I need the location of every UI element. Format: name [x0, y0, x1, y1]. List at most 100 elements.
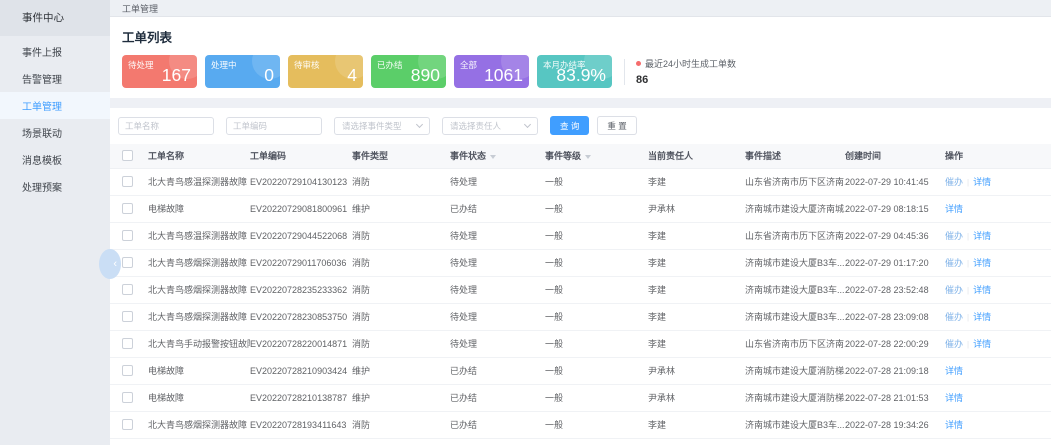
cell-event-status: 已办结: [450, 411, 545, 438]
cell-event-level: 一般: [545, 195, 648, 222]
cell-event-type: 维护: [352, 357, 450, 384]
detail-action-link[interactable]: 详情: [945, 366, 963, 376]
detail-action-link[interactable]: 详情: [973, 231, 991, 241]
sidebar-item[interactable]: 工单管理: [0, 92, 110, 119]
detail-action-link[interactable]: 详情: [945, 420, 963, 430]
cell-actions: 催办|详情: [945, 222, 1051, 249]
cell-owner: 李建: [648, 222, 745, 249]
stat-card: 本月办结率 83.9%: [537, 55, 612, 88]
cell-description: 济南城市建设大厦消防梯...: [745, 384, 845, 411]
cell-event-level: 一般: [545, 411, 648, 438]
cell-owner: 李建: [648, 168, 745, 195]
detail-action-link[interactable]: 详情: [973, 339, 991, 349]
cell-actions: 催办|详情: [945, 276, 1051, 303]
cell-order-name: 电梯故障: [148, 357, 250, 384]
detail-action-link[interactable]: 详情: [945, 204, 963, 214]
column-header[interactable]: 工单编码: [250, 144, 352, 168]
cell-event-type: 消防: [352, 222, 450, 249]
row-checkbox[interactable]: [122, 419, 133, 430]
row-checkbox[interactable]: [122, 176, 133, 187]
urge-action-link[interactable]: 催办: [945, 312, 963, 322]
row-checkbox[interactable]: [122, 257, 133, 268]
stat-24h-value: 86: [636, 74, 736, 86]
column-header[interactable]: 工单名称: [148, 144, 250, 168]
sidebar-item-label: 处理预案: [22, 179, 62, 194]
detail-action-link[interactable]: 详情: [973, 312, 991, 322]
reset-button[interactable]: 重 置: [597, 116, 636, 135]
cell-order-code: EV20220729011706036: [250, 249, 352, 276]
cell-event-status: 待处理: [450, 249, 545, 276]
column-header[interactable]: 创建时间: [845, 144, 945, 168]
urge-action-link[interactable]: 催办: [945, 285, 963, 295]
stat-card-value: 0: [264, 65, 274, 86]
table-panel: 请选择事件类型 请选择责任人 查 询 重 置: [110, 108, 1051, 445]
cell-event-type: 消防: [352, 411, 450, 438]
sidebar-item[interactable]: 场景联动: [0, 119, 110, 146]
cell-event-status: 已办结: [450, 357, 545, 384]
cell-order-code: EV20220728235233362: [250, 276, 352, 303]
sidebar-item-label: 工单管理: [22, 98, 62, 113]
order-name-input[interactable]: [118, 117, 214, 135]
cell-order-code: EV20220728230853750: [250, 303, 352, 330]
column-header[interactable]: 操作: [945, 144, 1051, 168]
row-checkbox[interactable]: [122, 338, 133, 349]
column-header-label: 事件类型: [352, 151, 388, 161]
column-header[interactable]: 事件类型: [352, 144, 450, 168]
filter-icon[interactable]: [490, 155, 496, 159]
detail-action-link[interactable]: 详情: [945, 393, 963, 403]
urge-action-link[interactable]: 催办: [945, 177, 963, 187]
cell-order-code: EV20220728210903424: [250, 357, 352, 384]
urge-action-link[interactable]: 催办: [945, 258, 963, 268]
cell-actions: 催办 | 详情: [945, 168, 1051, 195]
cell-event-status: 待处理: [450, 303, 545, 330]
breadcrumb[interactable]: 工单管理: [122, 2, 158, 15]
cell-actions: 催办|详情: [945, 330, 1051, 357]
search-button[interactable]: 查 询: [550, 116, 589, 135]
action-separator: |: [967, 178, 969, 187]
row-checkbox[interactable]: [122, 311, 133, 322]
filter-icon[interactable]: [585, 155, 591, 159]
column-header[interactable]: 事件描述: [745, 144, 845, 168]
row-checkbox[interactable]: [122, 230, 133, 241]
detail-action-link[interactable]: 详情: [973, 177, 991, 187]
sidebar-item[interactable]: 消息模板: [0, 146, 110, 173]
detail-action-link[interactable]: 详情: [973, 258, 991, 268]
order-code-input[interactable]: [226, 117, 322, 135]
row-checkbox[interactable]: [122, 203, 133, 214]
cell-event-level: 一般: [545, 249, 648, 276]
cell-order-code: EV20220729104130123: [250, 168, 352, 195]
urge-action-link[interactable]: 催办: [945, 339, 963, 349]
column-header[interactable]: 当前责任人: [648, 144, 745, 168]
row-checkbox[interactable]: [122, 365, 133, 376]
cell-checkbox: [110, 276, 148, 303]
cell-actions: 详情: [945, 411, 1051, 438]
table-row: 北大青鸟感烟探测器故障 EV20220728193411643 消防 已办结 一…: [110, 411, 1051, 438]
column-header[interactable]: 事件等级: [545, 144, 648, 168]
cell-description: 山东省济南市历下区济南...: [745, 168, 845, 195]
cell-description: 济南城市建设大厦B3车...: [745, 276, 845, 303]
detail-action-link[interactable]: 详情: [973, 285, 991, 295]
cell-event-type: 维护: [352, 195, 450, 222]
event-type-select[interactable]: 请选择事件类型: [334, 117, 430, 135]
owner-select[interactable]: 请选择责任人: [442, 117, 538, 135]
cell-checkbox: [110, 357, 148, 384]
urge-action-link[interactable]: 催办: [945, 231, 963, 241]
column-header-label: 当前责任人: [648, 151, 693, 161]
cell-created-time: 2022-07-29 01:17:20: [845, 249, 945, 276]
cell-checkbox: [110, 222, 148, 249]
row-checkbox[interactable]: [122, 392, 133, 403]
column-header[interactable]: 事件状态: [450, 144, 545, 168]
cell-description: 济南城市建设大厦济南城...: [745, 195, 845, 222]
sidebar-item[interactable]: 处理预案: [0, 173, 110, 200]
sidebar-item[interactable]: 告警管理: [0, 65, 110, 92]
row-checkbox[interactable]: [122, 284, 133, 295]
cell-actions: 催办|详情: [945, 303, 1051, 330]
sidebar-collapse-handle[interactable]: ‹: [99, 249, 121, 279]
cell-actions: 详情: [945, 357, 1051, 384]
cell-order-code: EV20220728220014871: [250, 330, 352, 357]
filter-bar: 请选择事件类型 请选择责任人 查 询 重 置: [110, 108, 1051, 144]
cell-actions: 详情: [945, 384, 1051, 411]
select-all-checkbox[interactable]: [122, 150, 133, 161]
cell-event-level: 一般: [545, 357, 648, 384]
sidebar-item[interactable]: 事件上报: [0, 38, 110, 65]
